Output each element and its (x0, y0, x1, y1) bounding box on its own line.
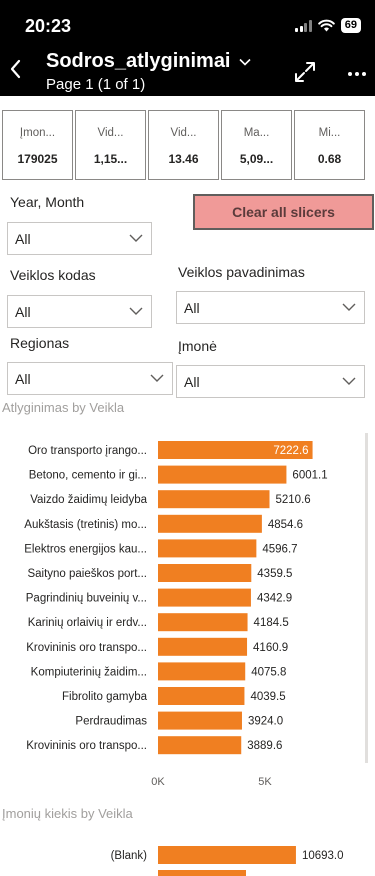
bar[interactable] (158, 736, 242, 755)
signal-icon (295, 19, 312, 32)
kpi-card[interactable]: Vid... 1,15... (75, 110, 146, 180)
bar[interactable] (158, 588, 251, 607)
regionas-slicer-label: Regionas (10, 335, 70, 351)
year-month-slicer-label: Year, Month (10, 194, 85, 210)
dropdown-value: All (184, 300, 200, 316)
data-label: 4184.5 (254, 617, 289, 629)
report-title[interactable]: Sodros_atlyginimai (46, 50, 251, 73)
dropdown-value: All (15, 304, 31, 320)
bar[interactable] (158, 613, 248, 632)
bar[interactable] (158, 564, 252, 582)
category-label: Perdraudimas (75, 716, 147, 728)
data-label: 3924.0 (248, 716, 283, 728)
year-month-dropdown[interactable]: All (7, 222, 152, 255)
data-label: 10693.0 (302, 850, 344, 862)
wifi-icon (317, 19, 335, 32)
kpi-label: Vid... (97, 127, 124, 139)
atlyginimas-bar-chart[interactable]: Oro transporto įrango... 7222.6 Betono, ce… (0, 425, 375, 795)
battery-indicator: 69 (340, 18, 361, 33)
data-label: 7222.6 (273, 445, 308, 457)
chevron-down-icon (150, 374, 164, 382)
data-label: 4854.6 (268, 519, 303, 531)
report-title-text: Sodros_atlyginimai (46, 50, 231, 72)
kpi-label: Vid... (170, 127, 197, 139)
chevron-down-icon (129, 234, 143, 242)
kpi-value: 13.46 (168, 152, 199, 166)
regionas-dropdown[interactable]: All (7, 362, 173, 395)
bar[interactable] (158, 490, 270, 509)
imone-dropdown[interactable]: All (176, 365, 365, 398)
status-icons: 69 (295, 18, 361, 33)
clear-all-slicers-button[interactable]: Clear all slicers (193, 194, 374, 230)
chart-scrollbar[interactable] (365, 433, 368, 763)
bar[interactable] (158, 465, 287, 484)
more-icon[interactable] (347, 64, 367, 77)
chevron-down-icon (342, 303, 356, 311)
data-label: 4342.9 (257, 593, 292, 605)
data-label: 4075.8 (251, 666, 286, 678)
bar[interactable] (158, 637, 248, 656)
category-label: (Blank) (111, 850, 148, 862)
data-label: 4039.5 (250, 691, 285, 703)
dropdown-value: All (184, 374, 200, 390)
x-tick-label: 5K (258, 776, 272, 788)
chevron-down-icon (342, 377, 356, 385)
x-tick-label: 0K (151, 776, 165, 788)
kpi-value: 5,09... (239, 152, 274, 166)
chart-title-atlyginimas: Atlyginimas by Veikla (2, 400, 125, 415)
kpi-card[interactable]: Ma... 5,09... (221, 110, 292, 180)
data-label: 4596.7 (262, 543, 297, 555)
kpi-value: 179025 (17, 152, 58, 166)
category-label: Oro transporto įrango... (28, 445, 147, 457)
data-label: 6001.1 (292, 470, 327, 482)
category-label: Vaizdo žaidimų leidyba (30, 494, 147, 506)
page-indicator: Page 1 (1 of 1) (46, 76, 146, 93)
kpi-value: 1,15... (93, 152, 128, 166)
category-label: Betono, cemento ir gi... (29, 470, 147, 482)
category-label: Karinių orlaivių ir erdv... (28, 617, 147, 629)
kpi-card[interactable]: Įmon... 179025 (2, 110, 73, 180)
expand-icon[interactable] (293, 60, 317, 84)
chevron-down-icon (129, 307, 143, 315)
kpi-value: 0.68 (317, 152, 342, 166)
kpi-cards: Įmon... 179025 Vid... 1,15... Vid... 13.… (2, 110, 365, 180)
data-label: 4359.5 (257, 568, 292, 580)
category-label: Krovininis oro transpo... (26, 740, 147, 752)
veiklos-kodas-slicer-label: Veiklos kodas (10, 267, 96, 283)
chart-title-imoniu-kiekis: Įmonių kiekis by Veikla (2, 806, 133, 821)
kpi-label: Įmon... (19, 127, 56, 139)
bar[interactable] (158, 514, 262, 533)
bar[interactable] (158, 687, 245, 705)
bar[interactable] (158, 539, 257, 558)
category-label: Elektros energijos kau... (24, 543, 147, 555)
category-label: Krovininis oro transpo... (26, 642, 147, 654)
dropdown-value: All (15, 371, 31, 387)
veiklos-kodas-dropdown[interactable]: All (7, 295, 152, 328)
category-label: Pagrindinių buveinių v... (26, 593, 147, 605)
kpi-label: Ma... (243, 127, 270, 139)
dropdown-value: All (15, 231, 31, 247)
app-header: 20:23 69 Sodros_atlyginimai Page 1 (1 of… (0, 0, 375, 96)
veiklos-pavadinimas-dropdown[interactable]: All (176, 291, 365, 324)
imone-slicer-label: Įmonė (178, 338, 217, 354)
status-time: 20:23 (25, 16, 72, 36)
category-label: Aukštasis (tretinis) mo... (24, 519, 147, 531)
category-label: Fibrolito gamyba (62, 691, 148, 703)
category-label: Kompiuterinių žaidim... (31, 666, 147, 678)
data-label: 3889.6 (247, 740, 282, 752)
data-label: 4160.9 (253, 642, 288, 654)
bar-partial (158, 870, 246, 876)
kpi-card[interactable]: Vid... 13.46 (148, 110, 219, 180)
chevron-down-icon (238, 55, 251, 69)
chevron-left-icon[interactable] (8, 58, 22, 85)
veiklos-pavadinimas-slicer-label: Veiklos pavadinimas (178, 264, 305, 280)
bar[interactable] (158, 846, 296, 864)
kpi-card[interactable]: Mi... 0.68 (294, 110, 365, 180)
data-label: 5210.6 (276, 494, 311, 506)
bar[interactable] (158, 662, 246, 681)
imoniu-kiekis-bar-chart[interactable]: (Blank) 10693.0 (0, 836, 375, 876)
kpi-label: Mi... (318, 127, 341, 139)
category-label: Saityno paieškos port... (27, 568, 147, 580)
bar[interactable] (158, 711, 242, 730)
